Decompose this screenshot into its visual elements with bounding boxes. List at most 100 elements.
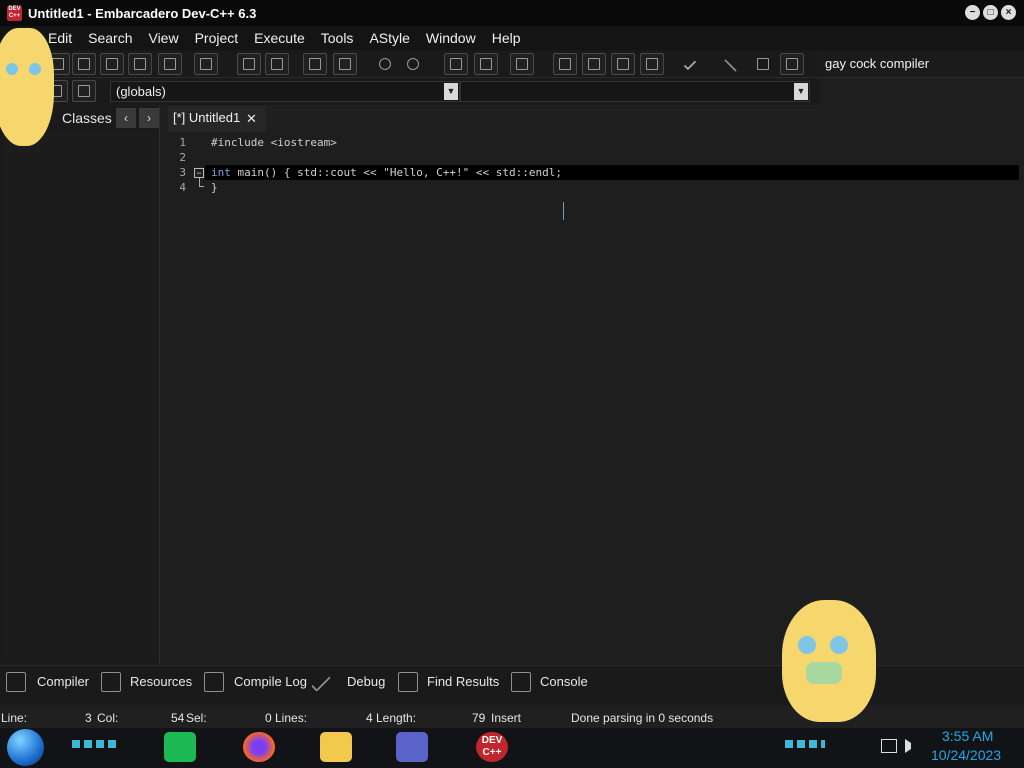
redo-icon[interactable] [401, 53, 425, 75]
fold-guide-end [199, 186, 204, 187]
minimize-button[interactable]: − [965, 5, 980, 20]
code-line-3-rest: main() { std::cout << "Hello, C++!" << s… [230, 166, 563, 179]
compiler-icon [6, 672, 26, 692]
status-lines-value: 4 [366, 711, 373, 725]
console-icon [511, 672, 531, 692]
status-length-value: 79 [472, 711, 486, 725]
run-icon[interactable] [582, 53, 606, 75]
tab-classes[interactable]: Classes [62, 110, 112, 126]
tab-compile-log[interactable]: Compile Log [234, 674, 307, 689]
mascot-sticker-bottom [782, 600, 876, 722]
menu-project[interactable]: Project [187, 26, 247, 50]
menu-window[interactable]: Window [418, 26, 484, 50]
close-all-icon[interactable] [158, 53, 182, 75]
taskbar [0, 728, 1024, 768]
clock-time[interactable]: 3:55 AM [942, 728, 993, 744]
status-col-label: Col: [97, 711, 119, 725]
status-line-value: 3 [85, 711, 92, 725]
line-number: 1 [179, 136, 186, 149]
code-line-4: } [211, 181, 218, 194]
title-bar: DEV C++ Untitled1 - Embarcadero Dev-C++ … [0, 0, 1024, 26]
compile-log-icon [204, 672, 224, 692]
spotify-icon[interactable] [164, 732, 196, 762]
menu-astyle[interactable]: AStyle [361, 26, 417, 50]
devcpp-icon[interactable]: DEV C++ [476, 732, 508, 762]
replace-icon[interactable] [265, 53, 289, 75]
menu-tools[interactable]: Tools [313, 26, 362, 50]
chevron-left-icon[interactable]: ‹ [116, 108, 136, 128]
close-file-icon[interactable] [128, 53, 152, 75]
status-length-label: Length: [376, 711, 417, 725]
syntax-check-icon[interactable] [677, 53, 701, 75]
code-line-1: #include <iostream> [211, 136, 337, 149]
tab-console[interactable]: Console [540, 674, 588, 689]
save-icon[interactable] [72, 53, 96, 75]
tab-debug[interactable]: Debug [347, 674, 385, 689]
goto-bookmark-icon[interactable] [72, 80, 96, 102]
chevron-right-icon[interactable]: › [139, 108, 159, 128]
toggle-split-icon[interactable] [333, 53, 357, 75]
close-button[interactable]: × [1001, 5, 1016, 20]
code-line-3: int main() { std::cout << "Hello, C++!" … [211, 166, 562, 179]
unindent-icon[interactable] [474, 53, 498, 75]
tab-resources[interactable]: Resources [130, 674, 192, 689]
window-title: Untitled1 - Embarcadero Dev-C++ 6.3 [28, 5, 257, 21]
find-results-icon [398, 672, 418, 692]
firefox-icon[interactable] [243, 732, 275, 762]
line-number: 4 [179, 181, 186, 194]
close-icon[interactable]: ✕ [246, 111, 257, 127]
stop-execution-icon[interactable] [714, 53, 738, 79]
status-message: Done parsing in 0 seconds [571, 711, 714, 725]
clock-date[interactable]: 10/24/2023 [931, 747, 1001, 763]
taskbar-decoration [72, 740, 118, 748]
fold-toggle-icon[interactable]: − [194, 168, 204, 178]
mascot-dress [806, 662, 842, 684]
member-select[interactable]: ▼ [460, 81, 810, 102]
compile-icon[interactable] [553, 53, 577, 75]
print-icon[interactable] [194, 53, 218, 75]
status-mode: Insert [491, 711, 522, 725]
resources-icon [101, 672, 121, 692]
volume-icon[interactable] [905, 739, 919, 753]
menu-bar: Edit Search View Project Execute Tools A… [0, 26, 1024, 50]
chevron-down-icon[interactable]: ▼ [794, 83, 808, 100]
code-keyword: int [211, 166, 231, 179]
find-icon[interactable] [237, 53, 261, 75]
indent-icon[interactable] [444, 53, 468, 75]
delete-profile-icon[interactable] [780, 53, 804, 75]
maximize-button[interactable]: □ [983, 5, 998, 20]
tab-find-results[interactable]: Find Results [427, 674, 499, 689]
menu-search[interactable]: Search [80, 26, 140, 50]
mascot-eye-icon [6, 63, 18, 75]
status-sel-label: Sel: [186, 711, 207, 725]
status-col-value: 54 [171, 711, 185, 725]
tab-compiler[interactable]: Compiler [37, 674, 89, 689]
goto-line-icon[interactable] [303, 53, 327, 75]
rebuild-icon[interactable] [640, 53, 664, 75]
class-tree[interactable] [4, 132, 158, 662]
control-panel-icon[interactable] [396, 732, 428, 762]
undo-icon[interactable] [373, 53, 397, 75]
menu-execute[interactable]: Execute [246, 26, 313, 50]
compiler-select[interactable]: gay cock compiler [820, 52, 1024, 76]
editor-tab-strip [165, 106, 1024, 132]
comment-icon[interactable] [510, 53, 534, 75]
scope-select-value: (globals) [116, 84, 166, 99]
status-lines-label: Lines: [275, 711, 308, 725]
network-icon[interactable] [881, 739, 897, 753]
devcpp-app-icon[interactable]: DEV C++ [7, 5, 22, 21]
file-explorer-icon[interactable] [320, 732, 352, 762]
chevron-down-icon[interactable]: ▼ [444, 83, 458, 100]
line-number: 3 [179, 166, 186, 179]
menu-help[interactable]: Help [484, 26, 529, 50]
menu-view[interactable]: View [140, 26, 186, 50]
windows-orb-icon[interactable] [7, 729, 44, 766]
scope-select[interactable]: (globals) ▼ [110, 81, 460, 102]
compile-run-icon[interactable] [611, 53, 635, 75]
line-number: 2 [179, 151, 186, 164]
mascot-eye-icon [798, 636, 816, 654]
profile-chart-icon[interactable] [751, 53, 775, 75]
mascot-eye-icon [830, 636, 848, 654]
code-editor[interactable] [165, 132, 1024, 664]
save-all-icon[interactable] [100, 53, 124, 75]
